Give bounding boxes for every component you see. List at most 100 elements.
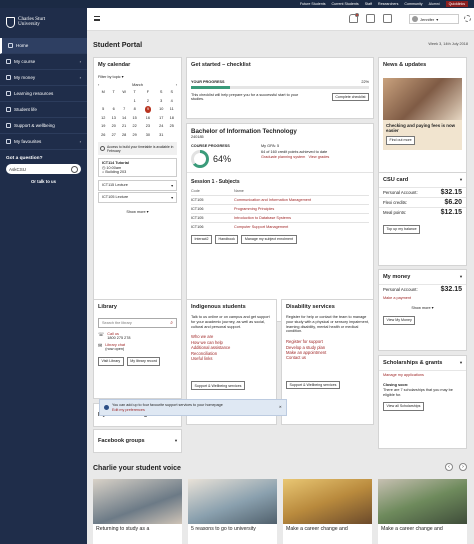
user-menu[interactable]: Jennifer ▾ bbox=[409, 14, 459, 24]
topbar-link[interactable]: Current Students bbox=[332, 2, 359, 6]
calendar-day[interactable]: 7 bbox=[119, 105, 129, 114]
filter-topic[interactable]: Filter by topic ▾ bbox=[94, 68, 181, 79]
calendar-day[interactable]: 4 bbox=[166, 97, 177, 106]
calendar-day[interactable]: 17 bbox=[156, 114, 166, 123]
menu-icon[interactable] bbox=[94, 16, 100, 21]
support-wellbeing-button[interactable]: Support & Wellbeing services bbox=[286, 380, 340, 390]
topbar-link[interactable]: Staff bbox=[365, 2, 372, 6]
story-card[interactable]: Returning to study as a bbox=[93, 479, 182, 544]
topbar-link[interactable]: Future Students bbox=[300, 2, 326, 6]
calendar-day[interactable]: 9 bbox=[140, 105, 156, 114]
bell-icon[interactable] bbox=[349, 13, 359, 23]
calendar-day[interactable]: 3 bbox=[156, 97, 166, 106]
calendar-day[interactable]: 18 bbox=[166, 114, 177, 123]
topbar-link[interactable]: Community bbox=[404, 2, 422, 6]
calendar-day[interactable]: 14 bbox=[119, 114, 129, 123]
topbar-link[interactable]: Researchers bbox=[378, 2, 398, 6]
sidebar-item-favourites[interactable]: My favourites › bbox=[0, 134, 87, 150]
sidebar-item-learning-resources[interactable]: Learning resources bbox=[0, 86, 87, 102]
chevron-down-icon[interactable]: ▾ bbox=[460, 274, 462, 280]
chevron-down-icon[interactable]: ▾ bbox=[460, 177, 462, 183]
calendar-day[interactable]: 2 bbox=[140, 97, 156, 106]
news-headline[interactable]: Checking and paying fees is now easier bbox=[386, 123, 459, 133]
grid-icon[interactable] bbox=[383, 14, 392, 23]
calendar-day[interactable]: 25 bbox=[166, 122, 177, 131]
calendar-day[interactable]: 23 bbox=[140, 122, 156, 131]
prev-month-icon[interactable]: ‹ bbox=[98, 82, 99, 87]
calendar-day[interactable]: 12 bbox=[98, 114, 108, 123]
calendar-day[interactable]: 24 bbox=[156, 122, 166, 131]
info-icon bbox=[104, 405, 109, 410]
calendar-day[interactable]: 13 bbox=[108, 114, 118, 123]
calendar-day[interactable]: 22 bbox=[129, 122, 139, 131]
lecture-item[interactable]: ICT115 Lecture ▾ bbox=[98, 180, 177, 191]
calendar-day[interactable]: 31 bbox=[156, 131, 166, 140]
lecture-item[interactable]: ICT114 Tutorial ◷ 10:00am ⌂ Building 203 bbox=[98, 158, 177, 177]
story-card[interactable]: 5 reasons to go to university bbox=[188, 479, 277, 544]
subject-row[interactable]: ICT105 Introduction to Database Systems bbox=[191, 213, 369, 222]
graduate-planning-link[interactable]: Graduate planning system bbox=[261, 155, 305, 159]
search-icon[interactable] bbox=[71, 165, 78, 173]
chevron-down-icon[interactable]: ▾ bbox=[460, 360, 462, 366]
logo[interactable]: Charles Sturt University bbox=[0, 8, 87, 36]
calendar-day[interactable]: 27 bbox=[108, 131, 118, 140]
calendar-day[interactable]: 30 bbox=[140, 131, 156, 140]
sidebar-item-support[interactable]: Support & wellbeing bbox=[0, 118, 87, 134]
quicklinks-button[interactable]: Quicklinks bbox=[445, 1, 468, 7]
calendar-day[interactable]: 5 bbox=[98, 105, 108, 114]
facebook-groups-card[interactable]: Facebook groups ▾ bbox=[93, 429, 182, 453]
calendar-day[interactable]: 28 bbox=[119, 131, 129, 140]
make-payment-link[interactable]: Make a payment bbox=[379, 294, 466, 302]
sidebar-item-student-life[interactable]: Student life bbox=[0, 102, 87, 118]
library-search-input[interactable]: Search the library ⌕ bbox=[98, 318, 177, 328]
ask-csu-field[interactable]: AskCSU bbox=[6, 164, 81, 174]
find-out-more-button[interactable]: Find out more bbox=[386, 136, 416, 145]
next-month-icon[interactable]: › bbox=[176, 82, 177, 87]
view-my-money-button[interactable]: View My Money bbox=[383, 316, 416, 325]
search-icon[interactable]: ⌕ bbox=[170, 320, 173, 326]
story-card[interactable]: Make a career change and bbox=[378, 479, 467, 544]
calendar-day[interactable]: 15 bbox=[129, 114, 139, 123]
view-grades-link[interactable]: View grades bbox=[309, 155, 330, 159]
subject-row[interactable]: ICT105 Communication and Information Mana… bbox=[191, 195, 369, 204]
subject-row[interactable]: ICT106 Programming Principles bbox=[191, 204, 369, 213]
calendar-day[interactable]: 10 bbox=[156, 105, 166, 114]
calendar-day[interactable]: 16 bbox=[140, 114, 156, 123]
gear-icon[interactable] bbox=[464, 15, 471, 22]
building-icon[interactable] bbox=[366, 14, 375, 23]
complete-checklist-button[interactable]: Complete checklist bbox=[331, 92, 369, 101]
show-more-link[interactable]: Show more ▾ bbox=[94, 209, 181, 214]
sidebar-item-my-money[interactable]: My money › bbox=[0, 70, 87, 86]
calendar-day[interactable]: 11 bbox=[166, 105, 177, 114]
calendar-day[interactable]: 26 bbox=[98, 131, 108, 140]
view-scholarships-button[interactable]: View all Scholarships bbox=[383, 402, 424, 411]
interact2-button[interactable]: Interact2 bbox=[191, 235, 212, 244]
talk-to-us-link[interactable]: Or talk to us bbox=[6, 179, 81, 184]
sidebar-item-my-course[interactable]: My course › bbox=[0, 54, 87, 70]
sidebar-item-home[interactable]: Home bbox=[0, 38, 87, 54]
visit-library-button[interactable]: Visit Library bbox=[98, 357, 124, 366]
subject-row[interactable]: ICT106 Computer Support Management bbox=[191, 222, 369, 231]
library-record-button[interactable]: My library record bbox=[126, 357, 161, 366]
top-up-button[interactable]: Top up my balance bbox=[383, 225, 421, 234]
carousel-prev-icon[interactable]: ‹ bbox=[445, 463, 453, 471]
manage-applications-link[interactable]: Manage my applications bbox=[379, 370, 466, 383]
calendar-day[interactable]: 19 bbox=[98, 122, 108, 131]
carousel-next-icon[interactable]: › bbox=[459, 463, 467, 471]
calendar-day[interactable]: 1 bbox=[129, 97, 139, 106]
edit-preferences-link[interactable]: Edit my preferences bbox=[112, 408, 276, 412]
calendar-day[interactable]: 20 bbox=[108, 122, 118, 131]
selected-day[interactable]: 9 bbox=[144, 106, 152, 113]
calendar-day[interactable]: 8 bbox=[129, 105, 139, 114]
calendar-day[interactable]: 6 bbox=[108, 105, 118, 114]
story-card[interactable]: Make a career change and bbox=[283, 479, 372, 544]
manage-enrolment-button[interactable]: Manage my subject enrolment bbox=[241, 235, 297, 244]
topbar-link[interactable]: Alumni bbox=[429, 2, 440, 6]
close-icon[interactable]: ✕ bbox=[279, 405, 282, 409]
handbook-button[interactable]: Handbook bbox=[214, 235, 239, 244]
calendar-day[interactable]: 29 bbox=[129, 131, 139, 140]
show-more-link[interactable]: Show more ▾ bbox=[379, 302, 466, 313]
lecture-item[interactable]: ICT105 Lecture ▾ bbox=[98, 192, 177, 203]
support-wellbeing-button[interactable]: Support & Wellbeing services bbox=[191, 381, 245, 391]
calendar-day[interactable]: 21 bbox=[119, 122, 129, 131]
